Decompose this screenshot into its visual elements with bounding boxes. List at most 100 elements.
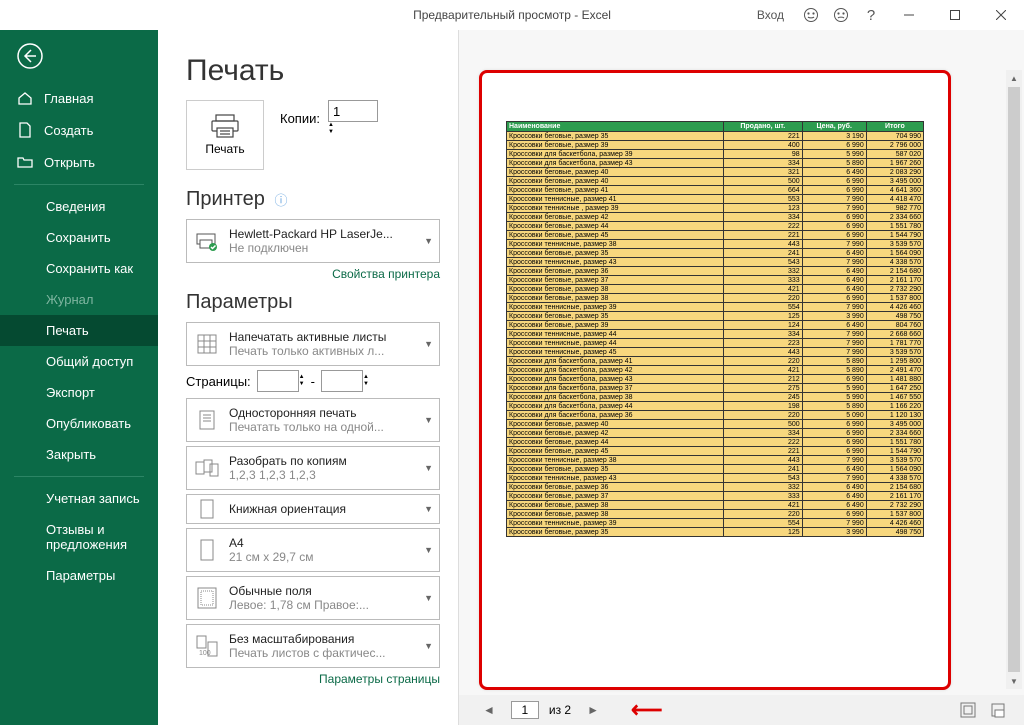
copies-down[interactable]: ▼ [328, 129, 378, 136]
help-icon[interactable]: ? [856, 0, 886, 30]
svg-text:100: 100 [199, 650, 211, 657]
copies-input[interactable] [328, 100, 378, 122]
next-page-button[interactable]: ► [581, 703, 605, 717]
sidebar-item-feedback[interactable]: Отзывы и предложения [0, 514, 158, 560]
sad-icon[interactable] [826, 0, 856, 30]
chevron-down-icon: ▼ [424, 339, 433, 349]
login-link[interactable]: Вход [757, 8, 784, 22]
zoom-page-button[interactable] [990, 702, 1006, 718]
open-icon [16, 154, 34, 170]
chevron-down-icon: ▼ [424, 463, 433, 473]
sidebar-label: Печать [46, 323, 89, 338]
back-button[interactable] [12, 38, 48, 74]
margins-icon [193, 587, 221, 609]
sidebar-label: Учетная запись [46, 491, 140, 506]
titlebar: Предварительный просмотр - Excel Вход ? [0, 0, 1024, 30]
sidebar-item-info[interactable]: Сведения [0, 191, 158, 222]
printer-status-icon [193, 230, 221, 252]
printer-selector[interactable]: Hewlett-Packard HP LaserJe...Не подключе… [186, 219, 440, 263]
sidebar-item-close[interactable]: Закрыть [0, 439, 158, 470]
page-count-label: из 2 [549, 703, 571, 717]
preview-statusbar: ◄ из 2 ► ⟵ [459, 695, 1024, 725]
sidebar-label: Сохранить как [46, 261, 133, 276]
chevron-down-icon: ▼ [424, 504, 433, 514]
sidebar-label: Сохранить [46, 230, 111, 245]
sidebar-label: Открыть [44, 155, 95, 170]
sidebar-item-new[interactable]: Создать [0, 114, 158, 146]
copies-label: Копии: [280, 111, 320, 126]
sheets-icon [193, 333, 221, 355]
close-button[interactable] [978, 0, 1024, 30]
print-what-selector[interactable]: Напечатать активные листыПечать только а… [186, 322, 440, 366]
printer-icon [211, 114, 239, 138]
current-page-input[interactable] [511, 701, 539, 719]
info-icon[interactable]: ⓘ [274, 193, 287, 208]
scroll-up-icon[interactable]: ▲ [1006, 70, 1022, 86]
sidebar-item-options[interactable]: Параметры [0, 560, 158, 591]
backstage-sidebar: Главная Создать Открыть Сведения Сохрани… [0, 30, 158, 725]
print-button[interactable]: Печать [186, 100, 264, 170]
sidebar-item-saveas[interactable]: Сохранить как [0, 253, 158, 284]
data-table: НаименованиеПродано, шт.Цена, руб.ИтогоК… [506, 121, 924, 537]
home-icon [16, 90, 34, 106]
scaling-icon: 100 [193, 635, 221, 657]
sidebar-label: Создать [44, 123, 93, 138]
sidebar-item-share[interactable]: Общий доступ [0, 346, 158, 377]
window-title: Предварительный просмотр - Excel [413, 8, 611, 22]
pages-label: Страницы: [186, 374, 251, 389]
printer-properties-link[interactable]: Свойства принтера [186, 267, 440, 281]
paper-icon [193, 539, 221, 561]
sidebar-item-open[interactable]: Открыть [0, 146, 158, 178]
sidebar-label: Главная [44, 91, 93, 106]
sides-selector[interactable]: Односторонняя печатьПечатать только на о… [186, 398, 440, 442]
collate-icon [193, 458, 221, 478]
chevron-down-icon: ▼ [424, 415, 433, 425]
printer-heading: Принтер ⓘ [186, 188, 440, 211]
page-heading: Печать [186, 54, 440, 88]
copies-up[interactable]: ▲ [328, 122, 378, 129]
printer-name: Hewlett-Packard HP LaserJe... [229, 227, 416, 241]
orientation-selector[interactable]: Книжная ориентация ▼ [186, 494, 440, 524]
sidebar-item-account[interactable]: Учетная запись [0, 483, 158, 514]
preview-page: НаименованиеПродано, шт.Цена, руб.ИтогоК… [479, 70, 951, 690]
sidebar-label: Параметры [46, 568, 115, 583]
minimize-button[interactable] [886, 0, 932, 30]
sidebar-label: Отзывы и предложения [46, 522, 142, 552]
page-from-input[interactable] [257, 370, 299, 392]
show-margins-button[interactable] [960, 702, 976, 718]
chevron-down-icon: ▼ [424, 641, 433, 651]
sidebar-label: Журнал [46, 292, 93, 307]
prev-page-button[interactable]: ◄ [477, 703, 501, 717]
sidebar-item-export[interactable]: Экспорт [0, 377, 158, 408]
sidebar-item-home[interactable]: Главная [0, 82, 158, 114]
collate-selector[interactable]: Разобрать по копиям1,2,3 1,2,3 1,2,3 ▼ [186, 446, 440, 490]
parameters-heading: Параметры [186, 291, 440, 314]
maximize-button[interactable] [932, 0, 978, 30]
vertical-scrollbar[interactable]: ▲ ▼ [1006, 70, 1022, 689]
printer-status: Не подключен [229, 241, 416, 255]
oneside-icon [193, 409, 221, 431]
sidebar-label: Опубликовать [46, 416, 131, 431]
sidebar-item-save[interactable]: Сохранить [0, 222, 158, 253]
sidebar-label: Сведения [46, 199, 105, 214]
sidebar-label: Экспорт [46, 385, 95, 400]
smile-icon[interactable] [796, 0, 826, 30]
chevron-down-icon: ▼ [424, 545, 433, 555]
chevron-down-icon: ▼ [424, 593, 433, 603]
scaling-selector[interactable]: 100 Без масштабированияПечать листов с ф… [186, 624, 440, 668]
paper-selector[interactable]: A421 см x 29,7 см ▼ [186, 528, 440, 572]
new-icon [16, 122, 34, 138]
page-to-input[interactable] [321, 370, 363, 392]
portrait-icon [193, 499, 221, 519]
sidebar-label: Закрыть [46, 447, 96, 462]
sidebar-item-print[interactable]: Печать [0, 315, 158, 346]
scroll-down-icon[interactable]: ▼ [1006, 673, 1022, 689]
print-preview: НаименованиеПродано, шт.Цена, руб.ИтогоК… [458, 30, 1024, 725]
margins-selector[interactable]: Обычные поляЛевое: 1,78 см Правое:... ▼ [186, 576, 440, 620]
chevron-down-icon: ▼ [424, 236, 433, 246]
sidebar-item-publish[interactable]: Опубликовать [0, 408, 158, 439]
scroll-thumb[interactable] [1008, 87, 1020, 672]
print-button-label: Печать [205, 142, 244, 156]
annotation-arrow-icon: ⟵ [631, 697, 663, 723]
page-setup-link[interactable]: Параметры страницы [186, 672, 440, 686]
